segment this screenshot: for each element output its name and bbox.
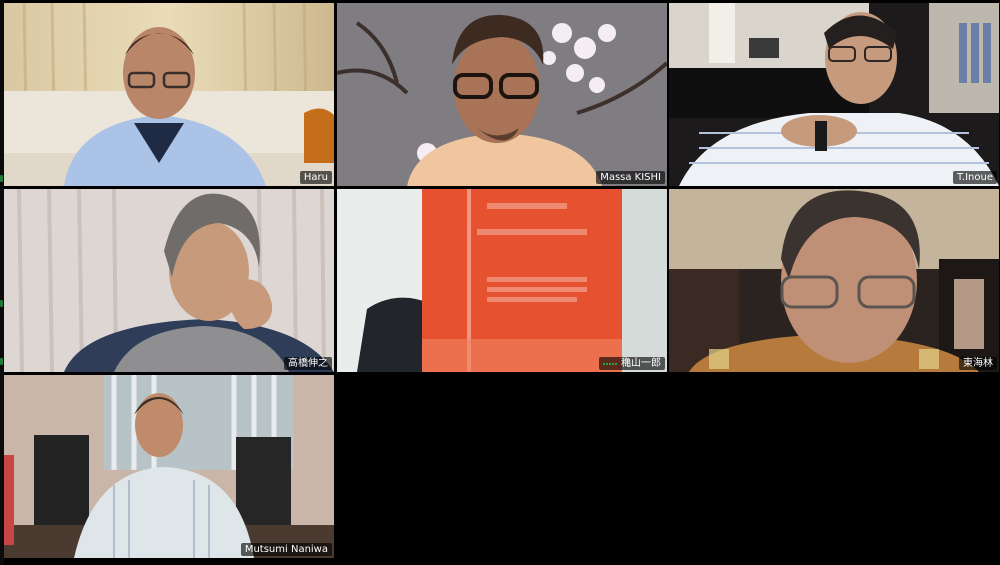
participant-tile-t-inoue[interactable]: T.Inoue <box>669 3 999 186</box>
participant-name: T.Inoue <box>957 172 993 183</box>
mic-active-icon <box>603 362 617 365</box>
participant-name-tag: 高橋伸之 <box>284 357 332 370</box>
participant-name-tag: Massa KISHI <box>596 171 665 184</box>
video-feed <box>4 3 334 186</box>
participant-name-tag: T.Inoue <box>953 171 997 184</box>
video-feed <box>4 189 334 372</box>
participant-name: 高橋伸之 <box>288 358 328 369</box>
participant-name-tag: Haru <box>299 171 332 184</box>
participant-name: Mutsumi Naniwa <box>244 544 328 555</box>
video-feed <box>669 3 999 186</box>
participant-tile-takahashi[interactable]: 高橋伸之 <box>4 189 334 372</box>
participant-tile-haru[interactable]: Haru <box>4 3 334 186</box>
participant-name-tag: 東海林 <box>959 357 997 370</box>
participant-name-tag: Mutsumi Naniwa <box>240 543 332 556</box>
participant-tile-massa-kishi[interactable]: Massa KISHI <box>337 3 667 186</box>
video-feed <box>337 189 667 372</box>
video-gallery: Haru Massa KISHI T.Inoue 高橋伸之 穐山一郎 東海林 M… <box>0 0 1000 565</box>
participant-name: Haru <box>303 172 328 183</box>
participant-tile-akiyama-active[interactable]: 穐山一郎 <box>337 189 667 372</box>
participant-name: Massa KISHI <box>600 172 661 183</box>
video-feed <box>669 189 999 372</box>
participant-tile-shoji[interactable]: 東海林 <box>669 189 999 372</box>
video-feed <box>337 3 667 186</box>
participant-name: 穐山一郎 <box>621 358 661 369</box>
participant-name: 東海林 <box>963 358 993 369</box>
participant-name-tag: 穐山一郎 <box>599 357 665 370</box>
video-feed <box>4 375 334 558</box>
participant-tile-mutsumi-naniwa[interactable]: Mutsumi Naniwa <box>4 375 334 558</box>
